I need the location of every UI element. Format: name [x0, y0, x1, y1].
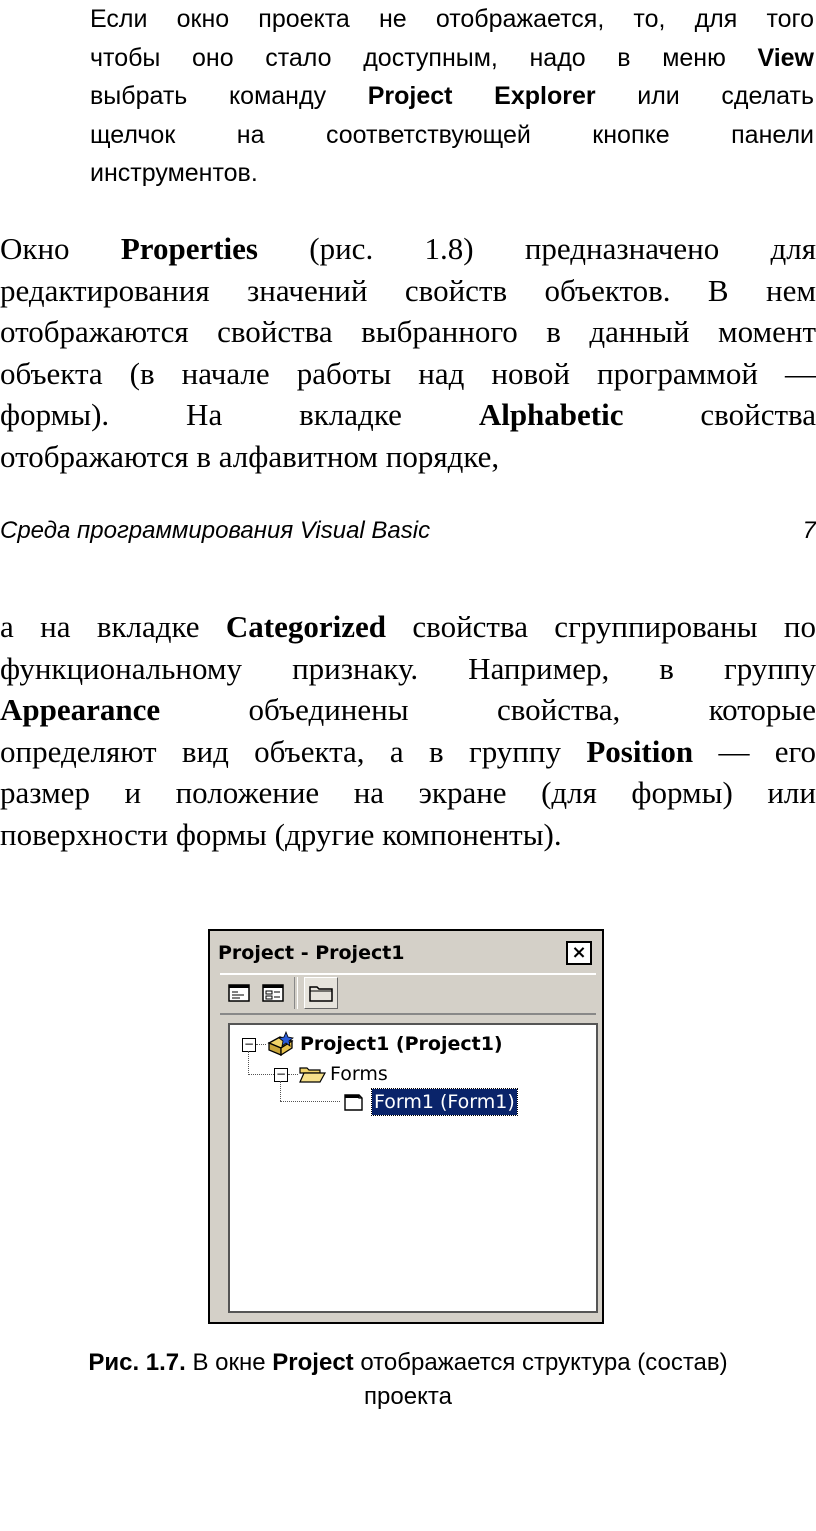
page-number: 7 [802, 517, 816, 544]
command-name-project-explorer: Project Explorer [367, 82, 596, 110]
note-line: щелчок на соответствующей кнопке панели [90, 120, 814, 149]
project-icon [267, 1031, 294, 1057]
text-line: редактирования значений свойств объектов… [0, 272, 816, 308]
toggle-folders-icon [309, 986, 333, 1002]
text-line: отображаются свойства выбранного в данны… [0, 314, 816, 349]
text-line: определяют вид объекта, а в группу Posit… [0, 733, 816, 769]
form-icon [344, 1094, 363, 1111]
window-title: Project - Project1 [218, 942, 405, 964]
paragraph-properties: Окно Properties (рис. 1.8) предназначено… [0, 228, 816, 477]
view-code-icon [228, 984, 250, 1002]
menu-name-view: View [757, 43, 814, 72]
note-block: Если окно проекта не отображается, то, д… [90, 0, 814, 193]
text-line: объекта (в начале работы над новой прогр… [0, 355, 816, 391]
tree-folder-forms[interactable]: Forms [330, 1061, 388, 1087]
view-object-button[interactable] [260, 981, 286, 1005]
tree-connector [288, 1074, 298, 1075]
view-object-icon [262, 984, 284, 1002]
caption-line: Рис. 1.7. В окне Project отображается ст… [88, 1349, 728, 1376]
tree-root-project[interactable]: Project1 (Project1) [300, 1031, 503, 1057]
running-header-title: Среда программирования Visual Basic [0, 517, 431, 544]
paragraph-categorized: а на вкладке Categorized свойства сгрупп… [0, 606, 816, 855]
figure-caption: Рис. 1.7. В окне Project отображается ст… [0, 1346, 816, 1414]
forms-expander[interactable]: − [274, 1068, 288, 1082]
toolbar-separator [294, 977, 298, 1009]
toggle-folders-button[interactable] [304, 977, 338, 1009]
text-line: Appearance объединены свойства, которые [0, 692, 816, 727]
project-toolbar [220, 973, 596, 1015]
tree-connector [248, 1074, 276, 1075]
text-line: а на вкладке Categorized свойства сгрупп… [0, 609, 816, 644]
tree-connector [256, 1044, 266, 1045]
caption-label: Рис. 1.7. [88, 1349, 186, 1376]
window-titlebar[interactable]: Project - Project1 × [218, 938, 594, 968]
note-line: инструментов. [90, 159, 258, 187]
note-line: чтобы оно стало доступным, надо в меню V… [90, 43, 814, 72]
close-button[interactable]: × [566, 941, 592, 965]
tree-connector [248, 1051, 249, 1075]
text-line: функциональному признаку. Например, в гр… [0, 650, 816, 686]
tree-connector [280, 1081, 281, 1101]
project-tree: − Project1 (Project1) − Forms Form1 (For… [228, 1023, 598, 1313]
tree-item-form1[interactable]: Form1 (Form1) [371, 1088, 518, 1116]
caption-line: проекта [364, 1383, 452, 1410]
folder-open-icon [299, 1067, 326, 1083]
text-line: размер и положение на экране (для формы)… [0, 775, 816, 810]
text-line: отображаются в алфавитном порядке, [0, 438, 500, 474]
view-code-button[interactable] [226, 981, 252, 1005]
running-header: Среда программирования Visual Basic 7 [0, 517, 816, 545]
text-line: поверхности формы (другие компоненты). [0, 816, 562, 852]
root-expander[interactable]: − [242, 1038, 256, 1052]
text-line: формы). На вкладке Alphabetic свойства [0, 397, 816, 432]
note-line: Если окно проекта не отображается, то, д… [90, 5, 814, 33]
text-line: Окно Properties (рис. 1.8) предназначено… [0, 231, 816, 266]
note-line: выбрать команду Project Explorer или сде… [90, 82, 814, 110]
tree-connector [280, 1101, 340, 1102]
project-explorer-window: Project - Project1 × − Project1 (Project… [208, 929, 604, 1324]
